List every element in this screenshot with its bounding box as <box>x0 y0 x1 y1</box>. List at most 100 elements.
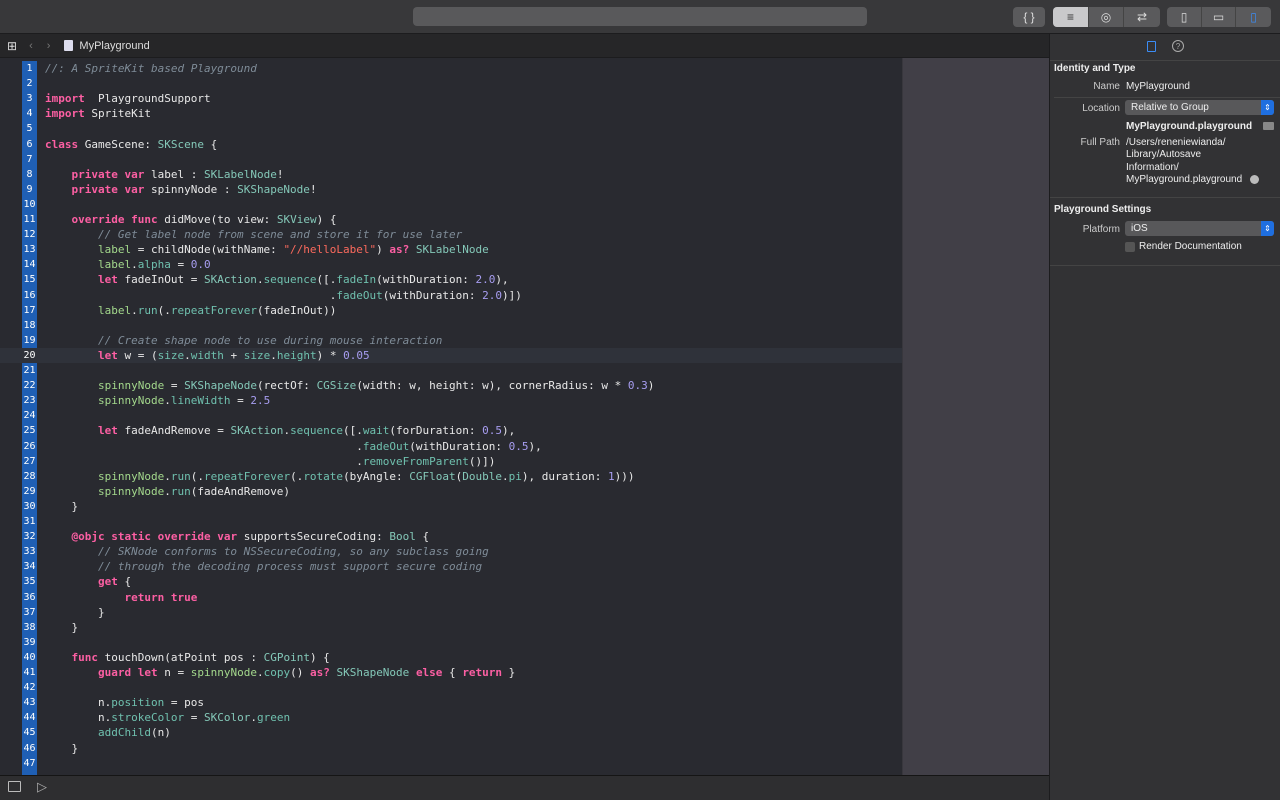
code-line[interactable]: 12 // Get label node from scene and stor… <box>0 227 902 242</box>
code-line[interactable]: 39 <box>0 635 902 650</box>
code-line[interactable]: 44 n.strokeColor = SKColor.green <box>0 710 902 725</box>
line-number[interactable]: 12 <box>22 227 37 242</box>
code-line[interactable]: 8 private var label : SKLabelNode! <box>0 167 902 182</box>
line-number[interactable]: 11 <box>22 212 37 227</box>
line-number[interactable]: 34 <box>22 559 37 574</box>
code-line[interactable]: 36 return true <box>0 590 902 605</box>
line-number[interactable]: 17 <box>22 303 37 318</box>
back-chevron-icon[interactable]: ‹ <box>29 40 33 52</box>
line-number[interactable]: 15 <box>22 272 37 287</box>
line-number[interactable]: 45 <box>22 725 37 740</box>
version-editor-button[interactable]: ⇄ <box>1124 7 1160 27</box>
line-number[interactable]: 47 <box>22 756 37 771</box>
standard-editor-button[interactable]: ≡ <box>1053 7 1089 27</box>
breadcrumb-file[interactable]: MyPlayground <box>79 40 149 52</box>
line-number[interactable]: 14 <box>22 257 37 272</box>
line-number[interactable]: 28 <box>22 469 37 484</box>
help-icon[interactable]: ? <box>1172 40 1184 52</box>
debug-area-icon[interactable] <box>8 781 21 792</box>
code-line[interactable]: 47 <box>0 756 902 771</box>
code-line[interactable]: 29 spinnyNode.run(fadeAndRemove) <box>0 484 902 499</box>
code-editor[interactable]: 1 //: A SpriteKit based Playground 2 3 impor… <box>0 58 902 775</box>
library-button[interactable]: { } <box>1013 7 1045 27</box>
line-number[interactable]: 19 <box>22 333 37 348</box>
line-number[interactable]: 36 <box>22 590 37 605</box>
line-number[interactable]: 35 <box>22 574 37 589</box>
code-line[interactable]: 33 // SKNode conforms to NSSecureCoding,… <box>0 544 902 559</box>
grid-icon[interactable]: ⊞ <box>7 39 17 53</box>
line-number[interactable]: 20 <box>22 348 37 363</box>
line-number[interactable]: 8 <box>22 167 37 182</box>
code-line[interactable]: 10 <box>0 197 902 212</box>
code-line[interactable]: 1 //: A SpriteKit based Playground <box>0 61 902 76</box>
code-line[interactable]: 46 } <box>0 741 902 756</box>
code-line[interactable]: 37 } <box>0 605 902 620</box>
code-line[interactable]: 26 .fadeOut(withDuration: 0.5), <box>0 439 902 454</box>
code-line[interactable]: 35 get { <box>0 574 902 589</box>
code-line[interactable]: 11 override func didMove(to view: SKView… <box>0 212 902 227</box>
reveal-arrow-icon[interactable] <box>1250 175 1259 184</box>
code-line[interactable]: 18 <box>0 318 902 333</box>
code-line[interactable]: 9 private var spinnyNode : SKShapeNode! <box>0 182 902 197</box>
code-line[interactable]: 31 <box>0 514 902 529</box>
line-number[interactable]: 1 <box>22 61 37 76</box>
line-number[interactable]: 22 <box>22 378 37 393</box>
code-line[interactable]: 30 } <box>0 499 902 514</box>
code-line[interactable]: 28 spinnyNode.run(.repeatForever(.rotate… <box>0 469 902 484</box>
code-line[interactable]: 41 guard let n = spinnyNode.copy() as? S… <box>0 665 902 680</box>
line-number[interactable]: 26 <box>22 439 37 454</box>
code-line[interactable]: 19 // Create shape node to use during mo… <box>0 333 902 348</box>
line-number[interactable]: 46 <box>22 741 37 756</box>
code-line[interactable]: 14 label.alpha = 0.0 <box>0 257 902 272</box>
line-number[interactable]: 13 <box>22 242 37 257</box>
code-line[interactable]: 13 label = childNode(withName: "//helloL… <box>0 242 902 257</box>
line-number[interactable]: 18 <box>22 318 37 333</box>
code-line[interactable]: 38 } <box>0 620 902 635</box>
forward-chevron-icon[interactable]: › <box>47 40 51 52</box>
line-number[interactable]: 37 <box>22 605 37 620</box>
code-line[interactable]: 23 spinnyNode.lineWidth = 2.5 <box>0 393 902 408</box>
line-number[interactable]: 2 <box>22 76 37 91</box>
code-line[interactable]: 21 <box>0 363 902 378</box>
line-number[interactable]: 24 <box>22 408 37 423</box>
line-number[interactable]: 41 <box>22 665 37 680</box>
code-line[interactable]: 32 @objc static override var supportsSec… <box>0 529 902 544</box>
debug-area-toggle-button[interactable]: ▭ <box>1202 7 1236 27</box>
line-number[interactable]: 6 <box>22 137 37 152</box>
line-number[interactable]: 25 <box>22 423 37 438</box>
line-number[interactable]: 44 <box>22 710 37 725</box>
code-line[interactable]: 34 // through the decoding process must … <box>0 559 902 574</box>
line-number[interactable]: 7 <box>22 152 37 167</box>
line-number[interactable]: 3 <box>22 91 37 106</box>
line-number[interactable]: 39 <box>22 635 37 650</box>
line-number[interactable]: 30 <box>22 499 37 514</box>
platform-popup[interactable]: iOS ⇕ <box>1125 221 1274 236</box>
inspector-toggle-button[interactable]: ▯ <box>1236 7 1271 27</box>
line-number[interactable]: 43 <box>22 695 37 710</box>
folder-icon[interactable] <box>1263 122 1274 130</box>
line-number[interactable]: 27 <box>22 454 37 469</box>
code-line[interactable]: 40 func touchDown(atPoint pos : CGPoint)… <box>0 650 902 665</box>
line-number[interactable]: 40 <box>22 650 37 665</box>
render-docs-checkbox[interactable] <box>1125 242 1135 252</box>
assistant-editor-button[interactable]: ◎ <box>1089 7 1124 27</box>
location-popup[interactable]: Relative to Group ⇕ <box>1125 100 1274 115</box>
file-inspector-icon[interactable] <box>1147 41 1156 52</box>
code-line[interactable]: 24 <box>0 408 902 423</box>
code-line[interactable]: 45 addChild(n) <box>0 725 902 740</box>
code-line[interactable]: 20 let w = (size.width + size.height) * … <box>0 347 902 363</box>
navigator-toggle-button[interactable]: ▯ <box>1167 7 1202 27</box>
code-line[interactable]: 17 label.run(.repeatForever(fadeInOut)) <box>0 303 902 318</box>
line-number[interactable]: 42 <box>22 680 37 695</box>
run-icon[interactable]: ▷ <box>37 779 47 795</box>
code-line[interactable]: 2 <box>0 76 902 91</box>
line-number[interactable]: 5 <box>22 121 37 136</box>
line-number[interactable]: 38 <box>22 620 37 635</box>
line-number[interactable]: 23 <box>22 393 37 408</box>
code-line[interactable]: 7 <box>0 152 902 167</box>
code-line[interactable]: 25 let fadeAndRemove = SKAction.sequence… <box>0 423 902 438</box>
code-line[interactable]: 43 n.position = pos <box>0 695 902 710</box>
line-number[interactable]: 9 <box>22 182 37 197</box>
line-number[interactable]: 4 <box>22 106 37 121</box>
line-number[interactable]: 10 <box>22 197 37 212</box>
